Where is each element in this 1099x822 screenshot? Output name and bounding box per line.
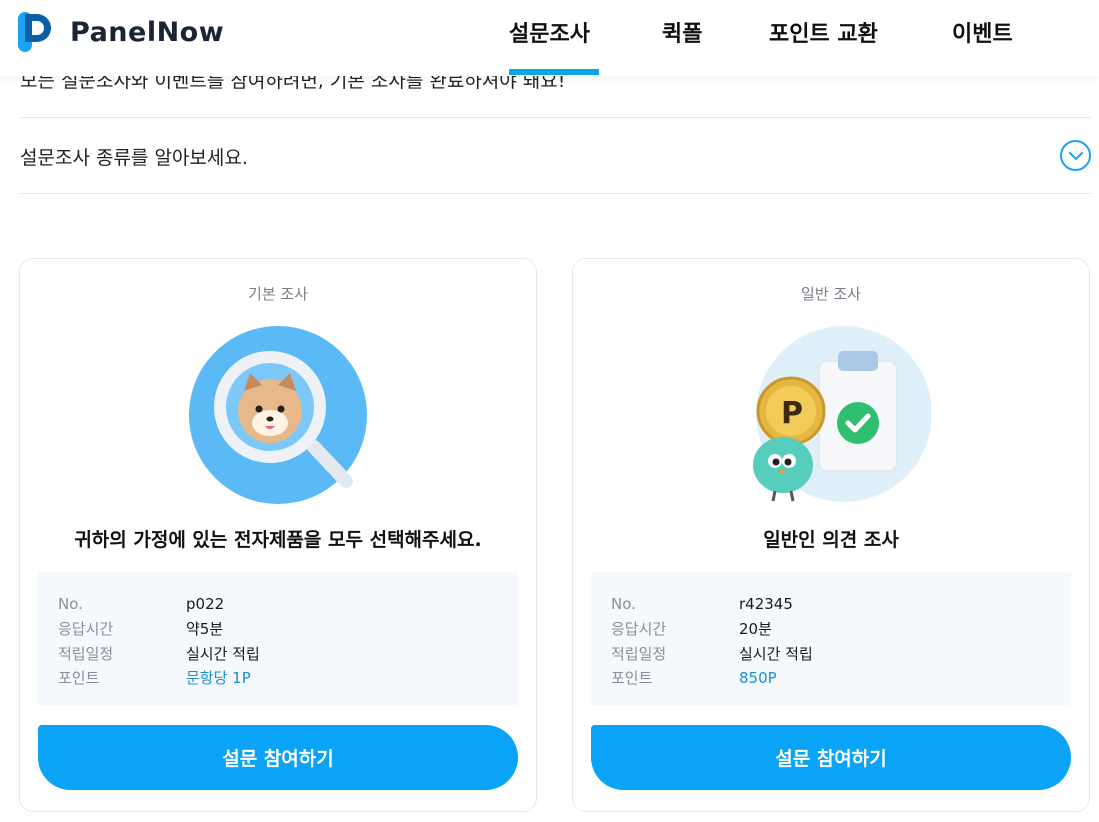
survey-types-accordion[interactable]: 설문조사 종류를 알아보세요.	[20, 118, 1091, 193]
join-survey-button[interactable]: 설문 참여하기	[38, 725, 518, 790]
info-row-duration: 응답시간 약5분	[58, 617, 518, 642]
info-label: 응답시간	[611, 620, 667, 639]
info-row-number: No. p022	[58, 592, 518, 617]
divider	[20, 193, 1091, 194]
info-label: 응답시간	[58, 620, 114, 639]
brand-logo[interactable]: PanelNow	[18, 12, 224, 52]
magnifier-dog-icon	[178, 325, 378, 505]
card-type-label: 일반 조사	[801, 285, 861, 303]
nav-tab-survey[interactable]: 설문조사	[509, 16, 590, 48]
info-value: r42345	[739, 595, 793, 614]
info-label: No.	[611, 595, 636, 614]
info-label: 적립일정	[611, 644, 667, 663]
info-label: No.	[58, 595, 83, 614]
nav-tab-quickpoll[interactable]: 퀵폴	[662, 16, 702, 48]
join-survey-button[interactable]: 설문 참여하기	[591, 725, 1071, 790]
info-value: 20분	[739, 620, 772, 639]
point-value: 문항당 1P	[186, 669, 251, 688]
accordion-label: 설문조사 종류를 알아보세요.	[20, 147, 248, 169]
card-type-label: 기본 조사	[248, 285, 308, 303]
info-row-point: 포인트 문항당 1P	[58, 666, 518, 691]
info-row-number: No. r42345	[611, 592, 1071, 617]
site-header: PanelNow 설문조사 퀵폴 포인트 교환 이벤트	[0, 0, 1099, 76]
card-info-box: No. r42345 응답시간 20분 적립일정 실시간 적립 포인트 850P	[591, 572, 1071, 705]
brand-name: PanelNow	[70, 16, 225, 48]
info-row-point: 포인트 850P	[611, 666, 1071, 691]
point-value: 850P	[739, 668, 777, 687]
card-title: 귀하의 가정에 있는 전자제품을 모두 선택해주세요.	[74, 529, 482, 551]
nav-tab-point-exchange[interactable]: 포인트 교환	[769, 16, 878, 48]
chevron-down-icon[interactable]	[1060, 140, 1091, 171]
info-value: 실시간 적립	[186, 644, 260, 663]
info-row-schedule: 적립일정 실시간 적립	[58, 641, 518, 666]
survey-card-general: 일반 조사 P 일반인 의견 조사 No. r42345 응답시간 20분 적립…	[572, 258, 1090, 812]
panelnow-logo-icon	[18, 12, 51, 52]
card-info-box: No. p022 응답시간 약5분 적립일정 실시간 적립 포인트 문항당 1P	[38, 572, 518, 705]
clipboard-coin-bird-icon: P	[731, 325, 932, 505]
info-label: 포인트	[58, 669, 100, 688]
info-value: 실시간 적립	[739, 644, 813, 663]
card-title: 일반인 의견 조사	[763, 529, 899, 551]
info-row-duration: 응답시간 20분	[611, 617, 1071, 642]
svg-text:P: P	[781, 396, 803, 431]
info-value: p022	[186, 595, 225, 614]
info-label: 포인트	[611, 669, 653, 688]
info-label: 적립일정	[58, 644, 114, 663]
active-tab-indicator	[509, 69, 599, 75]
info-row-schedule: 적립일정 실시간 적립	[611, 641, 1071, 666]
nav-tab-event[interactable]: 이벤트	[952, 16, 1013, 48]
info-value: 약5분	[186, 620, 224, 639]
survey-card-basic: 기본 조사 귀하의 가정에 있는 전자제품을 모두 선택해주세요. No. p0…	[19, 258, 537, 812]
